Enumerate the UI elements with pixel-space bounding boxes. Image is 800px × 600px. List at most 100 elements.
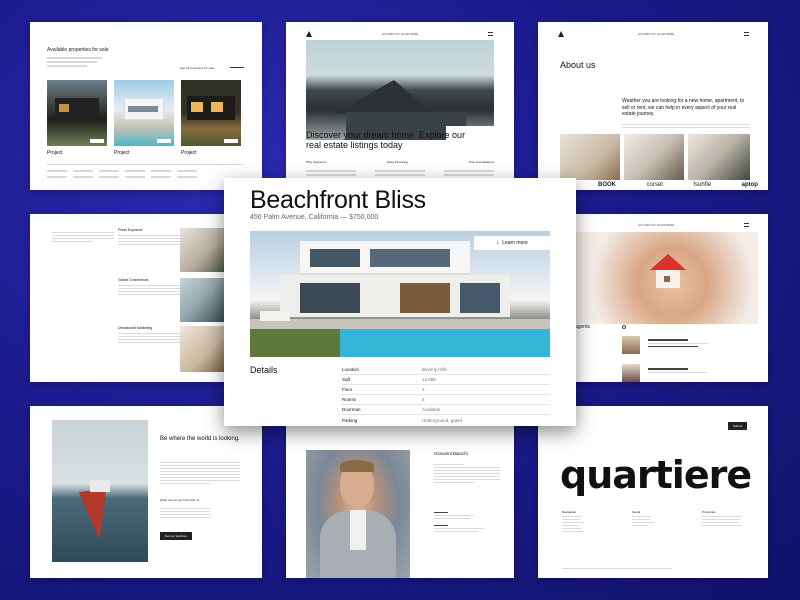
card4-intro	[52, 230, 114, 244]
card-discover-home[interactable]: HOUSES MY QUARTIERE Discover your dream …	[286, 22, 514, 190]
details-row: Floor 2	[342, 385, 550, 395]
property-photo-3[interactable]	[181, 80, 241, 146]
agent-info-2	[648, 366, 738, 375]
card3-logos: BOOK corset fsuhfle aptop	[598, 182, 758, 188]
card2-nav[interactable]: HOUSES MY QUARTIERE	[382, 32, 418, 36]
card2-feature-text	[306, 168, 494, 178]
card7-services-button[interactable]: Get our services	[160, 532, 192, 540]
card4-photo-3	[180, 326, 224, 372]
villa-pool	[340, 329, 550, 357]
card8-portrait	[306, 450, 410, 578]
card-featured-listing[interactable]: Beachfront Bliss 456 Palm Avenue, Califo…	[224, 178, 576, 426]
details-row-label: Floor	[342, 387, 353, 392]
card1-project-3: Project	[181, 150, 197, 156]
partner-logo: BOOK	[598, 182, 616, 188]
card6-nav[interactable]: HOUSES MY QUARTIERE	[638, 223, 674, 227]
card1-specs	[47, 162, 243, 180]
card2-hero-photo	[306, 40, 494, 140]
card-agent-profile[interactable]: Giovanni Bianchi	[286, 406, 514, 578]
details-row-value: 2	[422, 387, 425, 392]
featured-details-label: Details	[250, 365, 278, 375]
feature-label: Easy Financing	[387, 160, 408, 164]
details-row-value: 4	[422, 397, 425, 402]
card1-see-all-link[interactable]: See all properties for sale	[180, 66, 214, 70]
card7-list	[160, 506, 210, 520]
card6-menu-icon[interactable]	[744, 223, 749, 227]
card4-section-1: Press Exposure	[118, 228, 180, 247]
agent-avatar-2[interactable]	[622, 364, 640, 382]
property-photo-2[interactable]	[114, 80, 174, 146]
card8-bio	[434, 462, 500, 485]
card1-heading: Available properties for sale	[47, 47, 109, 53]
footer-col-title: Navigation	[562, 510, 577, 514]
property-photo-1[interactable]	[47, 80, 107, 146]
card7-headline: Be where the world is looking.	[160, 436, 240, 442]
agent-info-1	[648, 337, 738, 349]
card3-photo-2	[624, 134, 684, 180]
card9-copyright	[562, 566, 672, 571]
card3-photo-1	[560, 134, 620, 180]
learn-more-label: Learn more	[502, 240, 528, 246]
featured-details-table: Location Beverly Hills Sqft 12,588 Floor…	[342, 365, 550, 425]
card3-blurb: Weather you are looking for a new home, …	[622, 98, 745, 117]
card3-menu-icon[interactable]	[744, 32, 749, 36]
card3-photo-3	[688, 134, 750, 180]
card1-project-1: Project	[47, 150, 63, 156]
card3-title: About us	[560, 60, 596, 70]
footer-col-title: Social	[632, 510, 641, 514]
agent-avatar-1[interactable]	[622, 336, 640, 354]
details-row-label: Rooms	[342, 397, 357, 402]
card7-subhead: What can we get from/with us	[160, 498, 200, 502]
card9-brand: quartiere	[560, 453, 752, 497]
card4-section-2: Global Connections	[118, 278, 180, 297]
details-row-label: Location	[342, 367, 360, 372]
featured-subtitle: 456 Palm Avenue, California — $750,000	[250, 214, 379, 221]
details-row-label: Parking	[342, 417, 358, 423]
card-about-us[interactable]: HOUSES MY QUARTIERE About us Weather you…	[538, 22, 768, 190]
house-roof	[650, 254, 686, 270]
details-row-label: Sqft	[342, 377, 351, 382]
details-row: Doorman Available	[342, 405, 550, 415]
card8-name: Giovanni Bianchi	[434, 451, 468, 456]
card1-project-2: Project	[114, 150, 130, 156]
details-row: Parking Underground, gated	[342, 415, 550, 425]
featured-learn-more[interactable]: ↓ Learn more	[474, 236, 550, 250]
card9-footer-columns: Navigation Social Properties	[562, 510, 752, 534]
card2-headline: Discover your dream home. Explore our re…	[306, 130, 466, 151]
card3-blurb-lines	[622, 122, 750, 130]
card2-menu-icon[interactable]	[488, 32, 493, 36]
card7-body	[160, 460, 240, 486]
partner-logo: fsuhfle	[693, 182, 712, 188]
details-row-value: Beverly Hills	[422, 367, 447, 372]
feature-label: Why choose us	[306, 160, 327, 164]
section-title: Press Exposure	[118, 228, 143, 232]
download-arrow-icon: ↓	[496, 240, 500, 246]
details-row: Rooms 4	[342, 395, 550, 405]
card-footer[interactable]: Submit quartiere Navigation Social Prope…	[538, 406, 768, 578]
details-row: Sqft 12,588	[342, 375, 550, 385]
card4-photo-1	[180, 228, 224, 272]
card8-contact	[434, 510, 500, 534]
section-title: Unmatched Marketing	[118, 326, 153, 330]
card1-arrow-icon[interactable]	[230, 67, 244, 68]
card-be-where[interactable]: Be where the world is looking. What can …	[30, 406, 262, 578]
partner-logo: aptop	[741, 182, 758, 188]
partner-logo: corset	[646, 182, 663, 188]
details-row-value: 12,588	[422, 377, 436, 382]
card2-logo-icon[interactable]	[306, 31, 312, 37]
boat-hull	[78, 488, 114, 542]
card-available-properties[interactable]: Available properties for sale See all pr…	[30, 22, 262, 190]
card3-logo-icon[interactable]	[558, 31, 564, 37]
card3-nav[interactable]: HOUSES MY QUARTIERE	[638, 32, 674, 36]
card6-house-photo	[568, 232, 758, 324]
details-row-label: Doorman	[342, 407, 361, 412]
details-row: Location Beverly Hills	[342, 365, 550, 375]
featured-title: Beachfront Bliss	[250, 186, 426, 214]
card6-search-icon[interactable]	[622, 325, 626, 329]
feature-label: Free Consultations	[468, 160, 494, 164]
details-row-value: Available	[422, 407, 441, 412]
footer-col-title: Properties	[702, 510, 716, 514]
card7-boat-photo	[52, 420, 148, 562]
section-title: Global Connections	[118, 278, 149, 282]
card9-submit-button[interactable]: Submit	[728, 422, 748, 430]
